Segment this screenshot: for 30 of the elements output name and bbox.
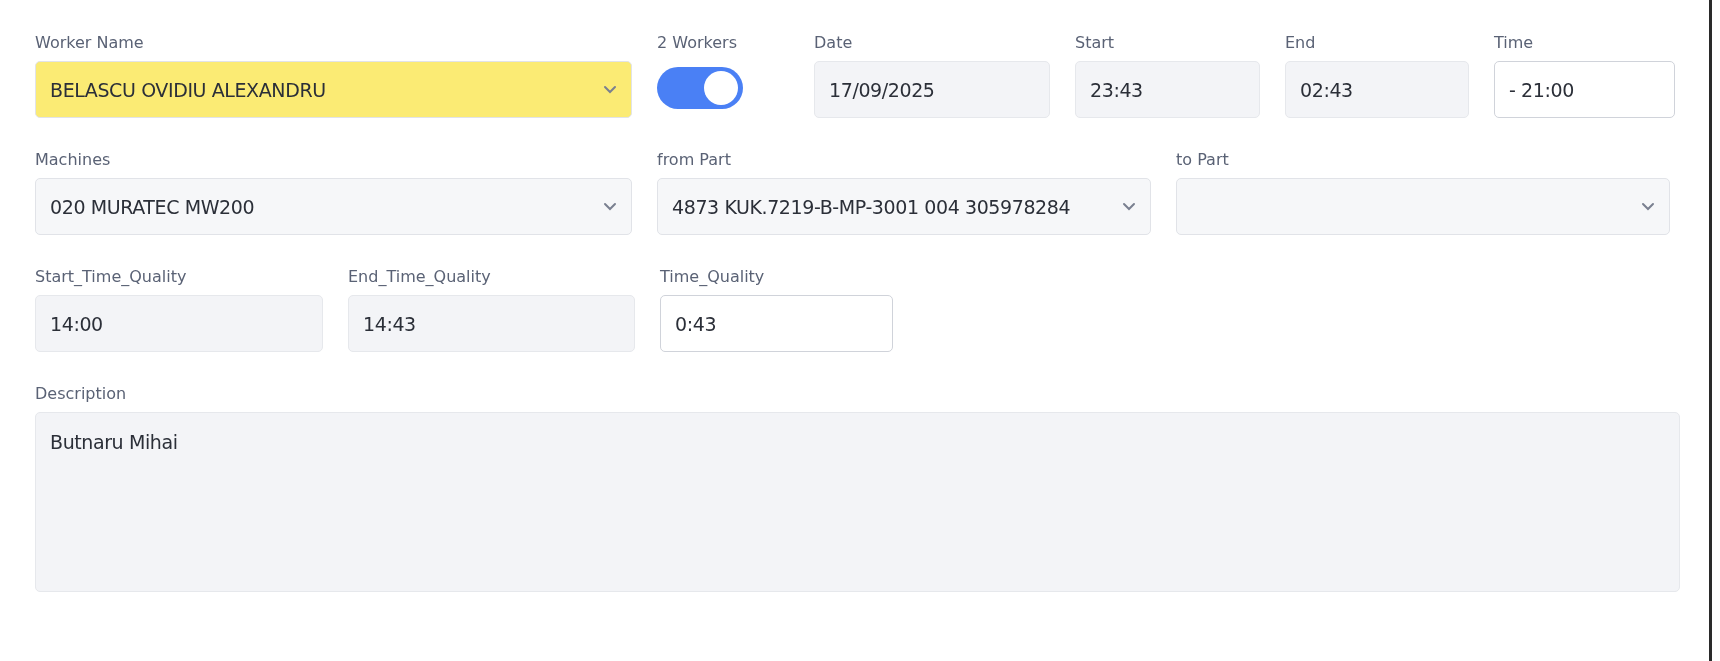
chevron-down-icon bbox=[603, 85, 617, 94]
input-field[interactable]: 14:00 bbox=[35, 295, 323, 352]
input-field[interactable]: 02:43 bbox=[1285, 61, 1469, 118]
field-label: Start bbox=[1075, 32, 1116, 54]
field-label: from Part bbox=[657, 149, 732, 171]
input-field[interactable]: - 21:00 bbox=[1494, 61, 1675, 118]
field-label: Start_Time_Quality bbox=[35, 266, 188, 288]
chevron-down-icon bbox=[1641, 202, 1655, 211]
dropdown-field[interactable]: 4873 KUK.7219-B-MP-3001 004 305978284 bbox=[657, 178, 1151, 235]
description-field[interactable]: Butnaru Mihai bbox=[35, 412, 1680, 592]
field-label: End_Time_Quality bbox=[348, 266, 492, 288]
chevron-down-icon bbox=[603, 202, 617, 211]
field-label: Time bbox=[1494, 32, 1535, 54]
input-field[interactable]: 0:43 bbox=[660, 295, 893, 352]
dropdown-field[interactable]: BELASCU OVIDIU ALEXANDRU bbox=[35, 61, 632, 118]
toggle-switch[interactable] bbox=[657, 67, 743, 109]
input-field[interactable]: 23:43 bbox=[1075, 61, 1260, 118]
input-field[interactable]: 17/09/2025 bbox=[814, 61, 1050, 118]
field-label: Date bbox=[814, 32, 854, 54]
field-label: Worker Name bbox=[35, 32, 145, 54]
chevron-down-icon bbox=[1122, 202, 1136, 211]
dropdown-field[interactable] bbox=[1176, 178, 1670, 235]
field-label: Description bbox=[35, 383, 128, 405]
field-label: Machines bbox=[35, 149, 112, 171]
field-label: 2 Workers bbox=[657, 32, 738, 54]
field-label: End bbox=[1285, 32, 1317, 54]
input-field[interactable]: 14:43 bbox=[348, 295, 635, 352]
field-label: Time_Quality bbox=[660, 266, 766, 288]
dropdown-field[interactable]: 020 MURATEC MW200 bbox=[35, 178, 632, 235]
field-label: to Part bbox=[1176, 149, 1230, 171]
